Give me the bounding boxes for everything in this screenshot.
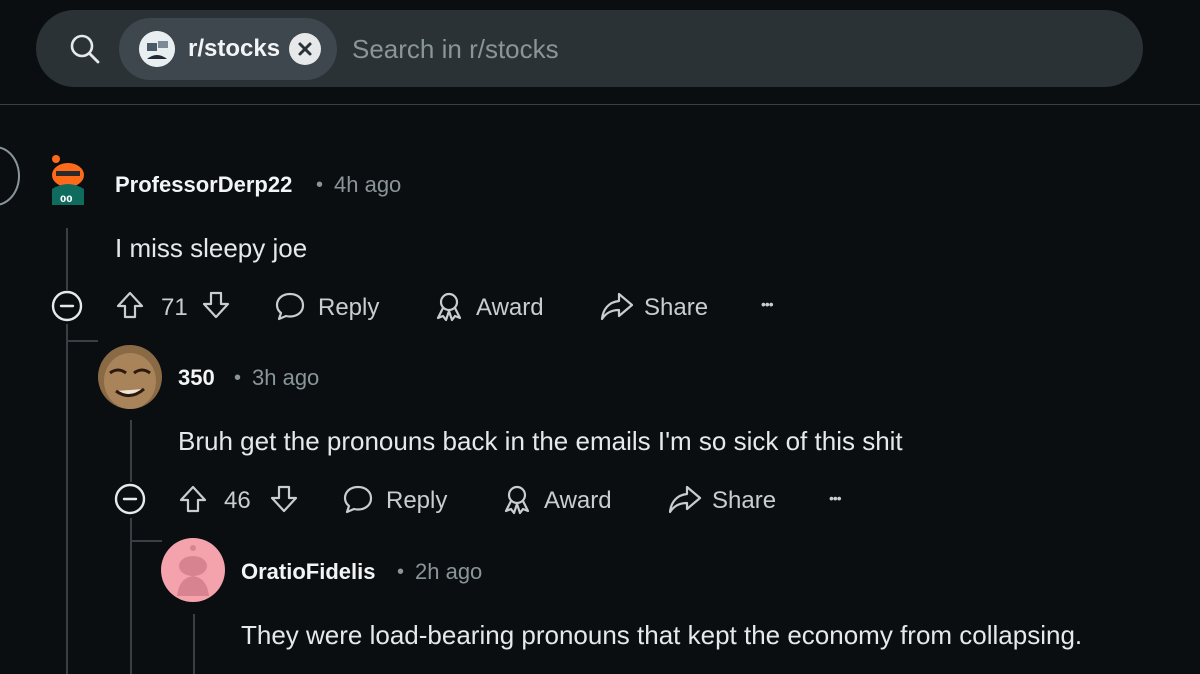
upvote-icon[interactable] (178, 484, 208, 514)
vote-count: 46 (224, 487, 251, 514)
share-icon (600, 292, 634, 321)
collapse-button[interactable] (113, 482, 147, 516)
award-icon (436, 292, 462, 322)
user-avatar[interactable] (98, 345, 162, 409)
chat-bubble-icon (343, 485, 373, 514)
share-icon (668, 485, 702, 514)
close-icon (298, 42, 312, 56)
subreddit-chip-label: r/stocks (188, 35, 281, 62)
more-options-button[interactable]: ••• (829, 490, 842, 506)
snoo-avatar[interactable] (161, 538, 225, 602)
thread-line (66, 324, 68, 674)
thread-line (66, 228, 68, 290)
collapse-icon (114, 483, 146, 515)
separator-dot: • (397, 561, 405, 583)
separator-dot: • (234, 367, 242, 389)
award-button[interactable]: Award (433, 286, 553, 330)
downvote-icon[interactable] (269, 484, 299, 514)
thread-line (130, 420, 132, 482)
comment-body: I miss sleepy joe (115, 233, 308, 263)
parent-collapse-button[interactable] (0, 146, 20, 206)
collapse-button[interactable] (50, 289, 84, 323)
share-label: Share (644, 294, 709, 321)
search-input[interactable] (352, 24, 1052, 74)
reply-button[interactable]: Reply (342, 479, 452, 523)
comment-username[interactable]: ProfessorDerp22 (115, 172, 292, 198)
search-bar[interactable]: r/stocks (36, 10, 1143, 87)
subreddit-avatar (139, 31, 175, 67)
vote-count: 71 (161, 294, 188, 321)
comment-username[interactable]: OratioFidelis (241, 559, 375, 585)
award-icon (504, 485, 530, 515)
svg-text:00: 00 (60, 195, 73, 205)
award-button[interactable]: Award (501, 479, 621, 523)
reply-button[interactable]: Reply (274, 286, 384, 330)
collapse-icon (51, 290, 83, 322)
award-label: Award (476, 294, 544, 321)
reply-label: Reply (386, 487, 448, 514)
comment-body: Bruh get the pronouns back in the emails… (178, 426, 903, 456)
comment-time[interactable]: 3h ago (252, 365, 319, 391)
comment-time[interactable]: 4h ago (334, 172, 401, 198)
chat-bubble-icon (275, 292, 305, 321)
clear-subreddit-button[interactable] (289, 33, 321, 65)
thread-connector (66, 340, 98, 342)
top-bar: r/stocks (0, 0, 1200, 105)
more-options-button[interactable]: ••• (761, 296, 774, 312)
search-icon[interactable] (68, 32, 102, 66)
comment-username[interactable]: 350 (178, 365, 215, 391)
thread-connector (130, 540, 162, 542)
upvote-icon[interactable] (115, 290, 145, 320)
comment-body: They were load-bearing pronouns that kep… (241, 620, 1083, 650)
share-label: Share (712, 487, 777, 514)
share-button[interactable]: Share (600, 286, 712, 330)
downvote-icon[interactable] (201, 290, 231, 320)
thread-line (193, 614, 195, 674)
separator-dot: • (316, 174, 324, 196)
snoo-avatar[interactable]: 00 (38, 146, 98, 212)
comment-time[interactable]: 2h ago (415, 559, 482, 585)
reply-label: Reply (318, 294, 380, 321)
subreddit-chip[interactable]: r/stocks (119, 18, 337, 80)
share-button[interactable]: Share (668, 479, 780, 523)
award-label: Award (544, 487, 612, 514)
